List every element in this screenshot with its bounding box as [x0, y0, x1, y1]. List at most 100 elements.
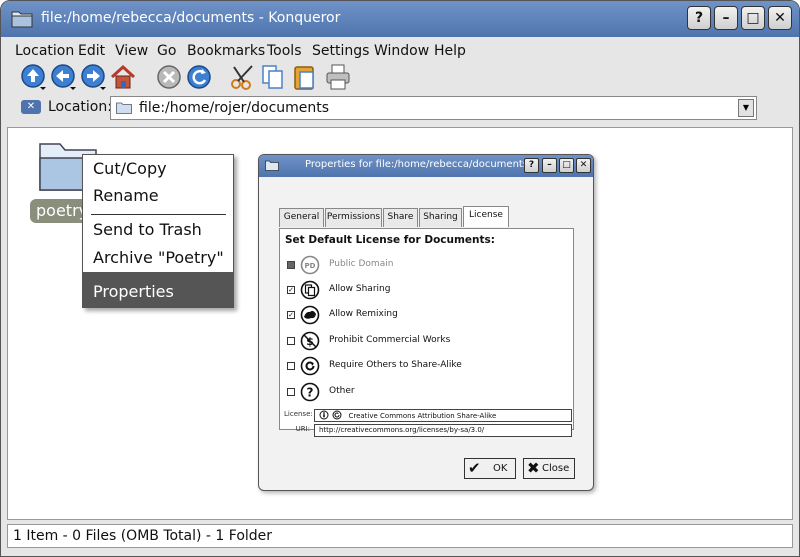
close-button[interactable]: ✕ [768, 6, 792, 30]
close-dialog-button[interactable]: ✖ Close [523, 458, 575, 479]
status-bar: 1 Item - 0 Files (OMB Total) - 1 Folder [7, 524, 793, 548]
option-label: Allow Remixing [329, 309, 398, 319]
cut-icon[interactable] [229, 63, 257, 91]
ok-button[interactable]: ✔ OK [464, 458, 516, 479]
license-label: License: [284, 410, 313, 418]
location-bar: ✕ Location: file:/home/rojer/documents ▼ [1, 94, 799, 124]
remix-icon [300, 305, 320, 325]
menu-item-archive[interactable]: Archive "Poetry" [93, 248, 224, 267]
share-alike-icon [300, 356, 320, 376]
dialog-title: Properties for file:/home/rebecca/docume… [305, 159, 529, 170]
tab-sharing[interactable]: Sharing [419, 208, 462, 227]
menu-bookmarks[interactable]: Bookmarks [187, 43, 265, 59]
paste-icon[interactable] [291, 63, 319, 91]
share-alike-checkbox[interactable] [287, 362, 295, 370]
back-arrow-icon[interactable] [50, 63, 78, 91]
prohibit-commercial-checkbox[interactable] [287, 337, 295, 345]
help-button[interactable]: ? [687, 6, 711, 30]
menu-help[interactable]: Help [434, 43, 466, 59]
question-icon: ? [300, 382, 320, 402]
maximize-button[interactable]: □ [741, 6, 765, 30]
tab-license[interactable]: License [463, 206, 509, 227]
license-field[interactable]: Creative Commons Attribution Share-Alike [314, 409, 572, 422]
folder-icon [265, 160, 279, 171]
option-other[interactable]: ? Other [287, 382, 567, 404]
context-menu: Cut/Copy Rename Send to Trash Archive "P… [82, 154, 234, 308]
dialog-close-button[interactable]: ✕ [576, 158, 591, 173]
location-input[interactable]: file:/home/rojer/documents ▼ [110, 96, 757, 120]
public-domain-glyph: PD [305, 262, 316, 270]
minimize-button[interactable]: – [714, 6, 738, 30]
properties-dialog: Properties for file:/home/rebecca/docume… [258, 154, 594, 491]
menu-item-properties[interactable]: Properties [93, 282, 174, 301]
option-allow-sharing[interactable]: ✓ Allow Sharing [287, 280, 567, 302]
license-row: License: Creative Commons Attribution Sh… [284, 409, 572, 423]
status-text: 1 Item - 0 Files (OMB Total) - 1 Folder [13, 528, 273, 544]
stop-icon[interactable] [155, 63, 183, 91]
cc-sa-icon [332, 410, 342, 420]
menu-item-rename[interactable]: Rename [93, 186, 159, 205]
location-value: file:/home/rojer/documents [139, 100, 330, 116]
menu-go[interactable]: Go [157, 43, 176, 59]
license-value: Creative Commons Attribution Share-Alike [348, 412, 497, 420]
uri-field[interactable]: http://creativecommons.org/licenses/by-s… [314, 424, 572, 437]
menu-view[interactable]: View [115, 43, 148, 59]
license-panel: Set Default License for Documents: PD Pu… [279, 228, 574, 437]
option-label: Other [329, 386, 355, 396]
close-label: Close [542, 463, 570, 474]
window-title: file:/home/rebecca/documents - Konqueror [41, 10, 341, 26]
folder-icon [116, 102, 132, 114]
close-x-icon: ✖ [527, 459, 540, 477]
tab-share[interactable]: Share [383, 208, 418, 227]
cc-by-icon [319, 410, 329, 420]
forward-arrow-icon[interactable] [80, 63, 108, 91]
home-icon[interactable] [109, 63, 137, 91]
dialog-minimize-button[interactable]: – [542, 158, 557, 173]
location-label: Location: [48, 99, 112, 115]
menu-location[interactable]: Location [15, 43, 74, 59]
folder-icon [11, 11, 33, 28]
option-label: Allow Sharing [329, 284, 391, 294]
option-label: Public Domain [329, 259, 394, 269]
option-allow-remixing[interactable]: ✓ Allow Remixing [287, 305, 567, 327]
dialog-maximize-button[interactable]: □ [559, 158, 574, 173]
other-checkbox[interactable] [287, 388, 295, 396]
public-domain-checkbox[interactable] [287, 261, 295, 269]
menu-window[interactable]: Window [374, 43, 429, 59]
file-view[interactable]: poetry Cut/Copy Rename Send to Trash Arc… [7, 127, 793, 520]
ok-label: OK [493, 463, 508, 474]
license-heading: Set Default License for Documents: [285, 234, 495, 246]
option-label: Require Others to Share-Alike [329, 360, 462, 370]
uri-value: http://creativecommons.org/licenses/by-s… [319, 426, 485, 434]
dialog-titlebar[interactable]: Properties for file:/home/rebecca/docume… [259, 155, 593, 177]
tab-permissions[interactable]: Permissions [325, 208, 382, 227]
toolbar [1, 63, 799, 93]
clear-location-icon[interactable]: ✕ [21, 100, 41, 114]
dialog-help-button[interactable]: ? [524, 158, 539, 173]
menu-separator [91, 214, 226, 215]
allow-sharing-checkbox[interactable]: ✓ [287, 286, 295, 294]
menu-tools[interactable]: Tools [267, 43, 302, 59]
allow-remixing-checkbox[interactable]: ✓ [287, 311, 295, 319]
option-public-domain[interactable]: PD Public Domain [287, 255, 567, 277]
menu-edit[interactable]: Edit [78, 43, 105, 59]
copy-icon[interactable] [259, 63, 287, 91]
menubar: Location Edit View Go Bookmarks Tools Se… [1, 39, 799, 63]
checkmark-icon: ✔ [468, 459, 481, 477]
menu-item-send-to-trash[interactable]: Send to Trash [93, 220, 202, 239]
print-icon[interactable] [324, 63, 352, 91]
noncommercial-icon: $ [300, 331, 320, 351]
public-domain-icon: PD [300, 255, 320, 275]
reload-icon[interactable] [185, 63, 213, 91]
option-prohibit-commercial[interactable]: $ Prohibit Commercial Works [287, 331, 567, 353]
tab-general[interactable]: General [279, 208, 324, 227]
menu-item-cut-copy[interactable]: Cut/Copy [93, 159, 167, 178]
location-dropdown-button[interactable]: ▼ [738, 99, 754, 117]
sharing-icon [300, 280, 320, 300]
up-arrow-icon[interactable] [20, 63, 48, 91]
uri-label: URI: [295, 425, 310, 433]
menu-settings[interactable]: Settings [312, 43, 369, 59]
konqueror-window: file:/home/rebecca/documents - Konqueror… [0, 0, 800, 557]
window-titlebar[interactable]: file:/home/rebecca/documents - Konqueror… [1, 1, 799, 37]
option-share-alike[interactable]: Require Others to Share-Alike [287, 356, 567, 378]
